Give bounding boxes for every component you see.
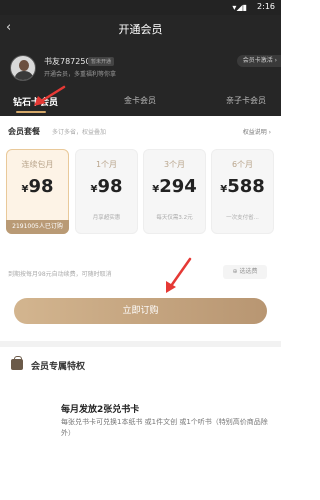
annotation-arrow-icon xyxy=(34,85,66,106)
benefits-explain-link[interactable]: 权益说明 › xyxy=(243,127,271,136)
activate-card-button[interactable]: 会员卡激活 › xyxy=(236,55,281,67)
plan-name: 6个月 xyxy=(231,160,254,169)
privilege-bag-icon xyxy=(11,356,23,370)
main-content: 会员套餐 多订多省，权益叠加 权益说明 › 连续包月 ¥98 2191005人已… xyxy=(0,116,281,500)
plan-name: 1个月 xyxy=(95,160,118,169)
annotation-arrow-icon xyxy=(166,257,192,293)
plan-card-1-month[interactable]: 1个月 ¥98 月享超实惠 xyxy=(75,149,138,234)
nav-bar: ‹ 开通会员 xyxy=(0,15,281,43)
tab-underline xyxy=(16,111,46,113)
status-time: 2:16 xyxy=(257,2,275,11)
plan-price: ¥98 xyxy=(21,176,54,197)
plan-name: 连续包月 xyxy=(21,160,54,169)
plan-note: 月享超实惠 xyxy=(92,215,121,221)
plan-note: 每天仅需3.2元 xyxy=(156,215,193,221)
user-subtitle: 开通会员，多重福利等你拿 xyxy=(44,71,117,78)
packages-hint: 多订多省，权益叠加 xyxy=(52,129,107,136)
tab-gold[interactable]: 金卡会员 xyxy=(124,95,156,106)
signal-icon: ▾◢▮ xyxy=(232,3,247,12)
bought-count: 2191005人已订购 xyxy=(6,220,69,234)
tab-family[interactable]: 亲子卡会员 xyxy=(226,95,266,106)
plan-list: 连续包月 ¥98 2191005人已订购 1个月 ¥98 月享超实惠 3个月 ¥… xyxy=(6,149,276,234)
member-status-badge: 暂未开通 xyxy=(88,57,115,66)
plan-name: 3个月 xyxy=(163,160,186,169)
subscribe-button[interactable]: 立即订购 xyxy=(14,298,267,324)
plan-card-3-months[interactable]: 3个月 ¥294 每天仅需3.2元 xyxy=(143,149,206,234)
plan-card-monthly-auto[interactable]: 连续包月 ¥98 2191005人已订购 xyxy=(6,149,69,234)
auto-renew-note: 到期按每月98元自动续费，可随时取消 xyxy=(8,271,112,278)
plan-price: ¥588 xyxy=(220,176,265,197)
plan-price: ¥98 xyxy=(90,176,123,197)
benefit-title: 每月发放2张兑书卡 xyxy=(61,405,140,415)
plan-card-6-months[interactable]: 6个月 ¥588 一次支付省... xyxy=(211,149,274,234)
plan-note: 一次支付省... xyxy=(226,215,259,221)
section-divider xyxy=(0,341,281,347)
status-bar: ▾◢▮ 2:16 xyxy=(0,0,281,15)
plan-price: ¥294 xyxy=(152,176,197,197)
page-title: 开通会员 xyxy=(118,23,163,36)
coupon-button[interactable]: ⊕ 选选费 xyxy=(223,265,267,279)
avatar[interactable] xyxy=(10,55,36,81)
privileges-title: 会员专属特权 xyxy=(31,362,86,372)
packages-title: 会员套餐 xyxy=(8,127,40,136)
benefit-description: 每张兑书卡可兑换1本纸书 或1件文创 或1个听书（特别高价商品除外） xyxy=(61,418,268,437)
